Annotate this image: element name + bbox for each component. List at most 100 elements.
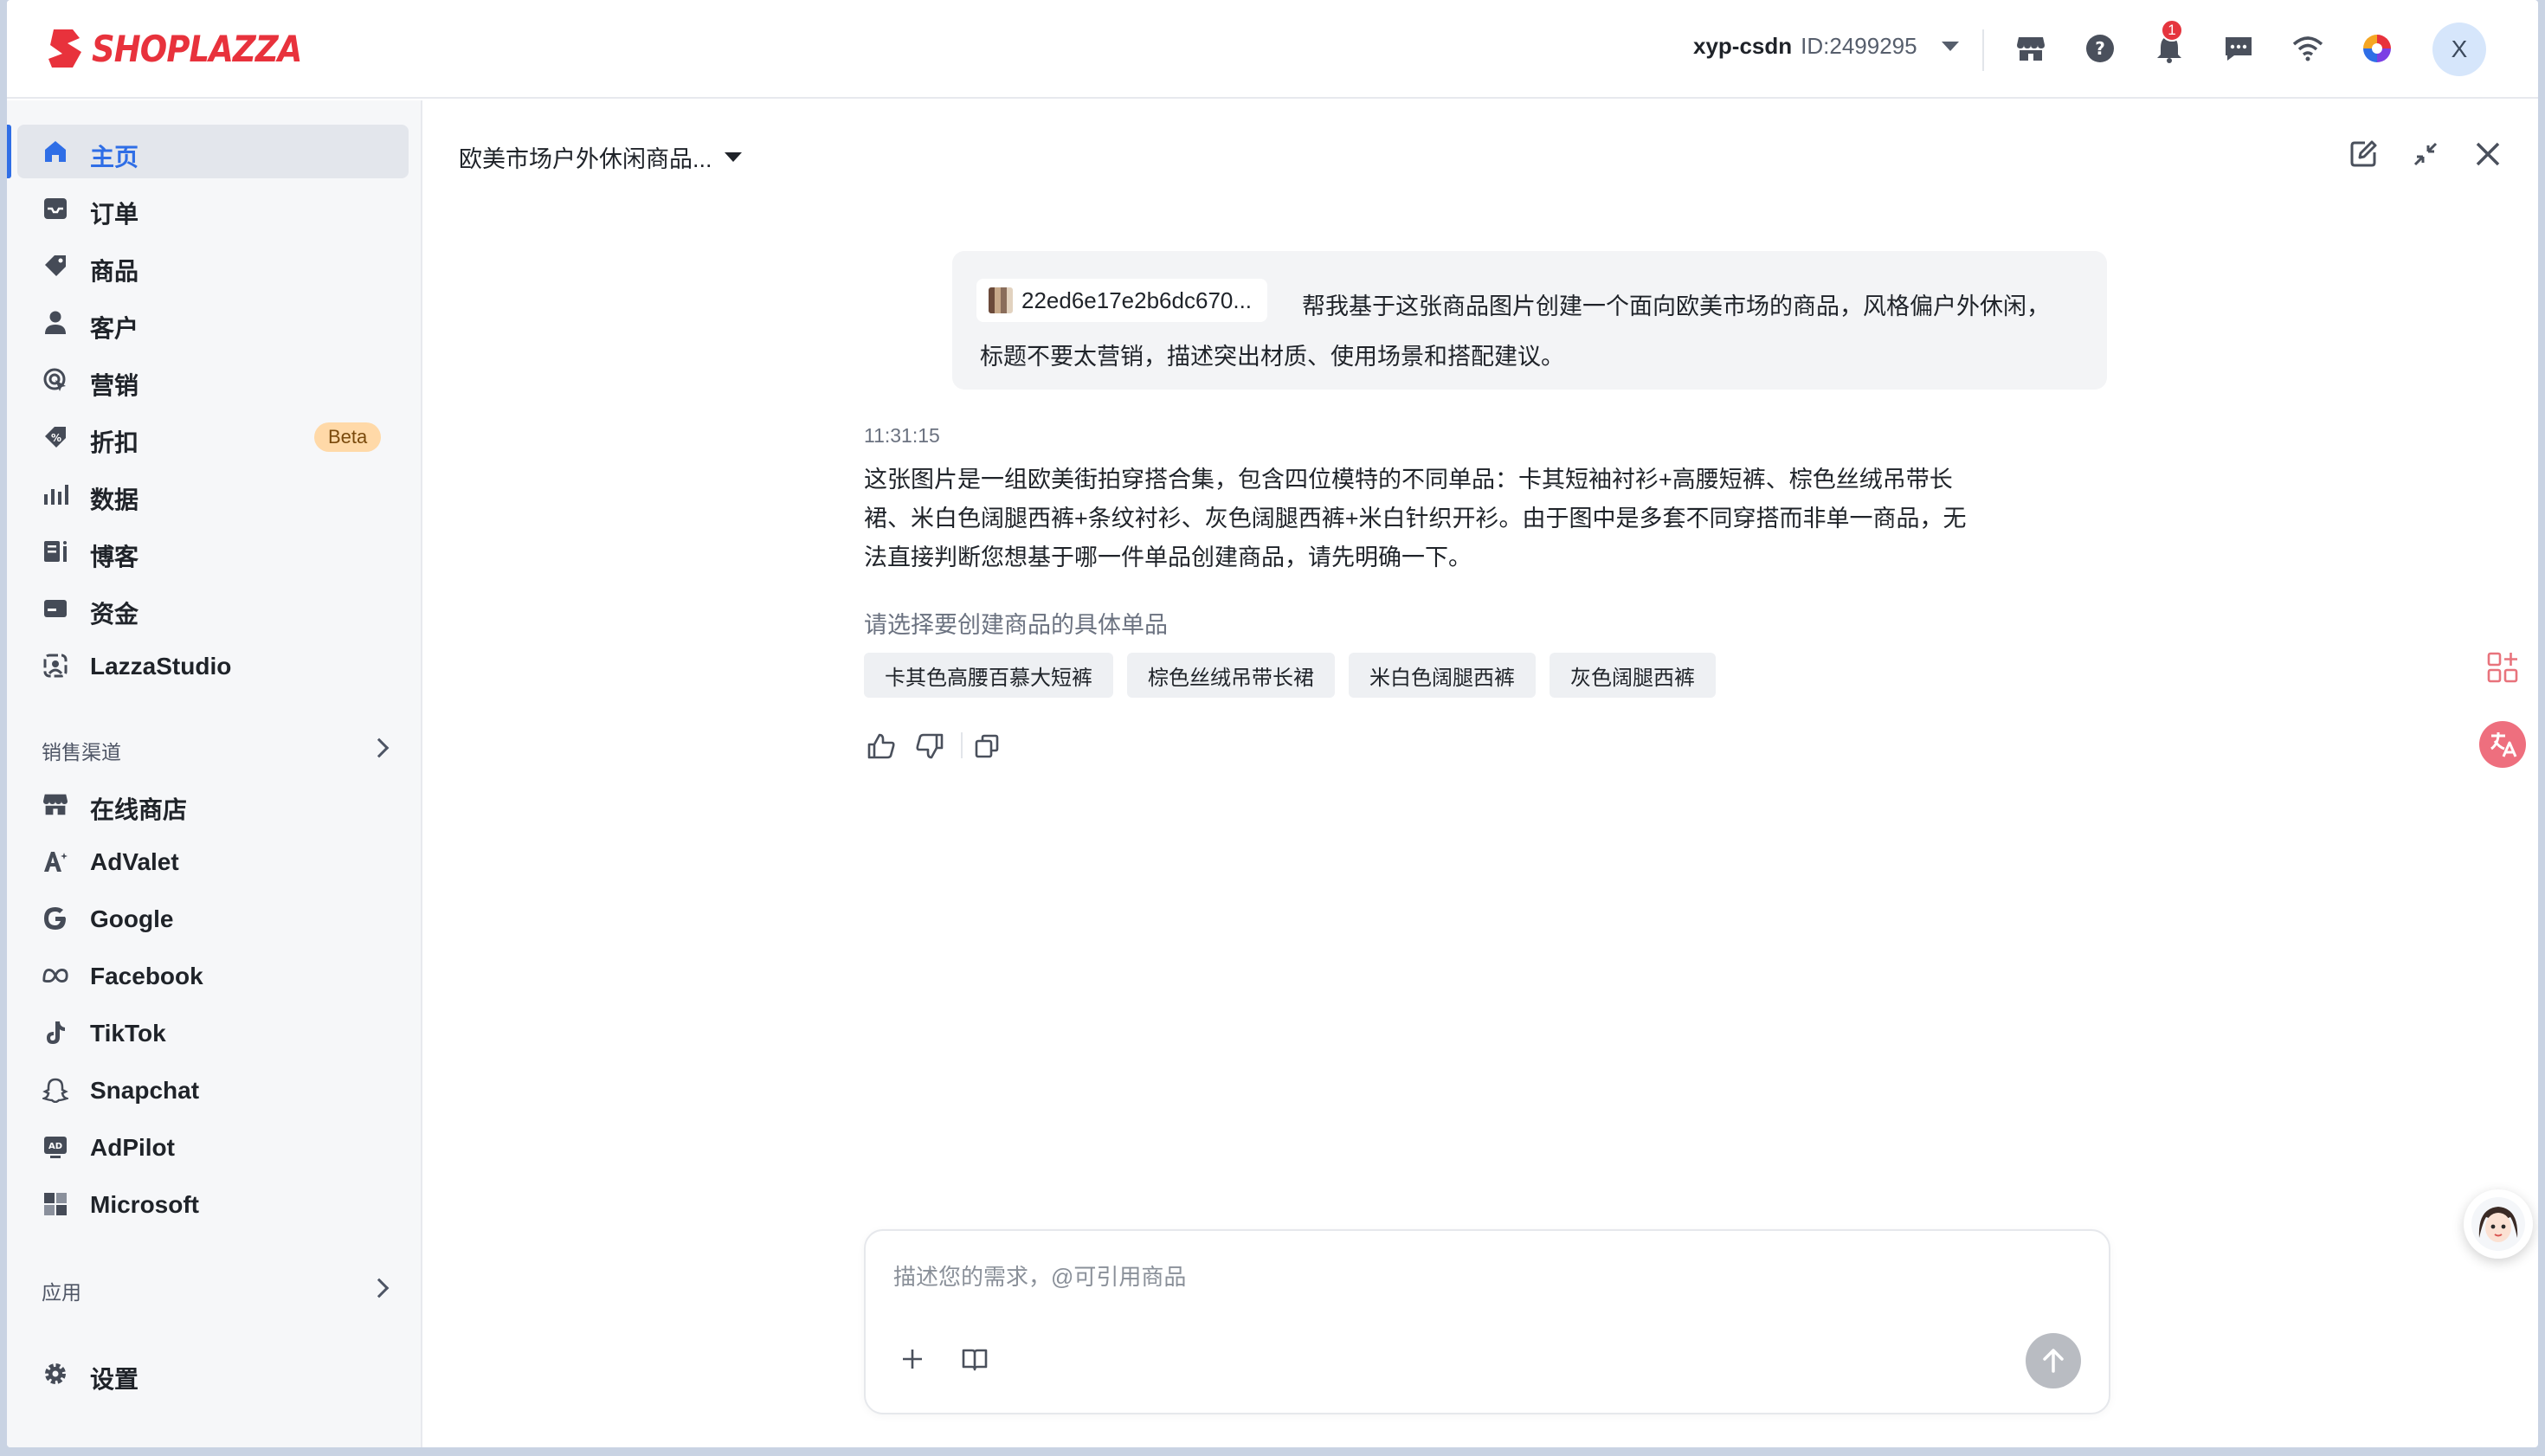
sidebar-item-label: 博客 xyxy=(90,544,139,570)
sidebar-item-customers[interactable]: 客户 xyxy=(17,296,409,350)
reply-line: 这张图片是一组欧美街拍穿搭合集，包含四位模特的不同单品：卡其短袖衬衫+高腰短裤、… xyxy=(864,467,1953,493)
account-name: xyp-csdn xyxy=(1693,33,1793,59)
book-icon[interactable] xyxy=(957,1342,992,1376)
sidebar-item-label: AdValet xyxy=(90,848,179,875)
divider xyxy=(1982,29,1984,71)
copy-icon[interactable] xyxy=(970,729,1004,763)
sidebar-item-label: 在线商店 xyxy=(90,796,188,823)
sidebar-item-online-store[interactable]: 在线商店 xyxy=(17,777,409,831)
store-icon[interactable] xyxy=(2013,31,2048,66)
shoplazza-logo[interactable]: SHOPLAZZA xyxy=(47,26,331,71)
translate-icon[interactable] xyxy=(2477,719,2528,770)
ai-assistant-avatar[interactable] xyxy=(2464,1189,2533,1259)
sales-channels-heading[interactable]: 销售渠道 xyxy=(42,736,121,765)
close-icon[interactable] xyxy=(2471,137,2505,171)
user-message-bubble: 22ed6e17e2b6dc670... 帮我基于这张商品图片创建一个面向欧美市… xyxy=(952,251,2107,390)
chat-input[interactable] xyxy=(893,1264,1932,1291)
sidebar-item-snapchat[interactable]: Snapchat xyxy=(17,1063,409,1117)
apps-grid-icon[interactable] xyxy=(2477,642,2528,693)
notification-badge: 1 xyxy=(2161,19,2183,42)
microsoft-icon xyxy=(42,1190,69,1218)
help-icon[interactable]: ? xyxy=(2083,31,2117,66)
sidebar-item-settings[interactable]: 设置 xyxy=(17,1347,409,1401)
advalet-icon xyxy=(42,847,69,875)
plus-icon[interactable] xyxy=(895,1342,930,1376)
sidebar: 主页 订单 商品 客户 营销 % 折扣 Beta 数据 博客 资金 LazzaS… xyxy=(7,100,422,1447)
message-icon[interactable] xyxy=(2221,31,2256,66)
arrow-up-icon xyxy=(2043,1349,2064,1373)
bar-chart-icon xyxy=(42,480,69,508)
app-window: SHOPLAZZA xyp-csdn ID:2499295 ? 1 X 主页 订… xyxy=(7,0,2538,1447)
account-id: ID:2499295 xyxy=(1801,33,1917,59)
thumbs-down-icon[interactable] xyxy=(912,729,947,763)
sidebar-item-blog[interactable]: 博客 xyxy=(17,525,409,578)
collapse-icon[interactable] xyxy=(2408,137,2443,171)
sidebar-item-facebook[interactable]: Facebook xyxy=(17,949,409,1002)
sidebar-item-label: TikTok xyxy=(90,1020,166,1047)
sidebar-item-label: 设置 xyxy=(90,1366,139,1393)
sidebar-item-label: 折扣 xyxy=(90,429,139,456)
option-chip[interactable]: 卡其色高腰百慕大短裤 xyxy=(864,653,1113,698)
sidebar-item-label: 商品 xyxy=(90,258,139,285)
sidebar-item-marketing[interactable]: 营销 xyxy=(17,353,409,407)
apps-heading[interactable]: 应用 xyxy=(42,1276,81,1305)
user-avatar[interactable]: X xyxy=(2432,23,2486,76)
sidebar-item-analytics[interactable]: 数据 xyxy=(17,467,409,521)
sidebar-item-discounts[interactable]: % 折扣 Beta xyxy=(17,410,409,464)
sidebar-item-label: Microsoft xyxy=(90,1191,199,1218)
home-icon xyxy=(42,138,69,165)
sidebar-item-label: 资金 xyxy=(90,601,139,628)
conversation-title-dropdown[interactable]: 欧美市场户外休闲商品... xyxy=(459,140,742,174)
message-timestamp: 11:31:15 xyxy=(864,424,940,447)
shoplazza-logo-mark-icon xyxy=(48,29,81,68)
sidebar-item-tiktok[interactable]: TikTok xyxy=(17,1006,409,1060)
color-wheel-icon[interactable] xyxy=(2360,31,2394,66)
discount-icon: % xyxy=(42,423,69,451)
sidebar-item-google[interactable]: Google xyxy=(17,892,409,945)
snapchat-icon xyxy=(42,1076,69,1104)
option-chips: 卡其色高腰百慕大短裤 棕色丝绒吊带长裙 米白色阔腿西裤 灰色阔腿西裤 xyxy=(864,653,1716,698)
store-icon xyxy=(42,790,69,818)
wifi-icon[interactable] xyxy=(2290,31,2325,66)
blog-icon xyxy=(42,538,69,565)
inbox-icon xyxy=(42,195,69,222)
chevron-right-icon[interactable] xyxy=(369,1278,390,1298)
caret-down-icon xyxy=(724,152,742,162)
thumbs-up-icon[interactable] xyxy=(864,729,899,763)
sidebar-item-advalet[interactable]: AdValet xyxy=(17,834,409,888)
chat-composer xyxy=(864,1229,2110,1414)
image-thumbnail xyxy=(989,287,1013,313)
selection-prompt: 请选择要创建商品的具体单品 xyxy=(864,612,1168,638)
sidebar-item-label: 主页 xyxy=(90,144,139,171)
studio-icon xyxy=(42,652,69,680)
sidebar-item-finance[interactable]: 资金 xyxy=(17,582,409,635)
svg-text:AD: AD xyxy=(48,1142,62,1151)
sidebar-item-products[interactable]: 商品 xyxy=(17,239,409,293)
sidebar-item-microsoft[interactable]: Microsoft xyxy=(17,1177,409,1231)
adpilot-icon: AD xyxy=(42,1133,69,1161)
edit-icon[interactable] xyxy=(2346,137,2381,171)
account-switcher[interactable]: xyp-csdn ID:2499295 xyxy=(1693,33,1959,60)
google-icon xyxy=(42,905,69,932)
chevron-right-icon[interactable] xyxy=(369,738,390,758)
attached-image-chip[interactable]: 22ed6e17e2b6dc670... xyxy=(976,279,1268,322)
sidebar-item-home[interactable]: 主页 xyxy=(7,125,409,178)
top-bar: SHOPLAZZA xyp-csdn ID:2499295 ? 1 X xyxy=(7,0,2538,99)
logo-text: SHOPLAZZA xyxy=(92,27,302,70)
sidebar-item-orders[interactable]: 订单 xyxy=(17,182,409,235)
user-message-text: 帮我基于这张商品图片创建一个面向欧美市场的商品，风格偏户外休闲， xyxy=(1302,293,2050,319)
option-chip[interactable]: 棕色丝绒吊带长裙 xyxy=(1127,653,1335,698)
sidebar-item-label: 客户 xyxy=(90,315,139,342)
sidebar-item-label: AdPilot xyxy=(90,1134,175,1161)
sidebar-item-label: Google xyxy=(90,905,174,932)
sidebar-item-label: Snapchat xyxy=(90,1077,200,1104)
sidebar-item-label: Facebook xyxy=(90,963,203,989)
sidebar-item-lazzastudio[interactable]: LazzaStudio xyxy=(17,639,409,693)
chevron-down-icon xyxy=(1941,42,1959,51)
meta-icon xyxy=(42,962,69,989)
send-button[interactable] xyxy=(2026,1333,2081,1388)
option-chip[interactable]: 灰色阔腿西裤 xyxy=(1550,653,1716,698)
sidebar-item-adpilot[interactable]: AD AdPilot xyxy=(17,1120,409,1174)
option-chip[interactable]: 米白色阔腿西裤 xyxy=(1349,653,1536,698)
person-icon xyxy=(42,309,69,337)
